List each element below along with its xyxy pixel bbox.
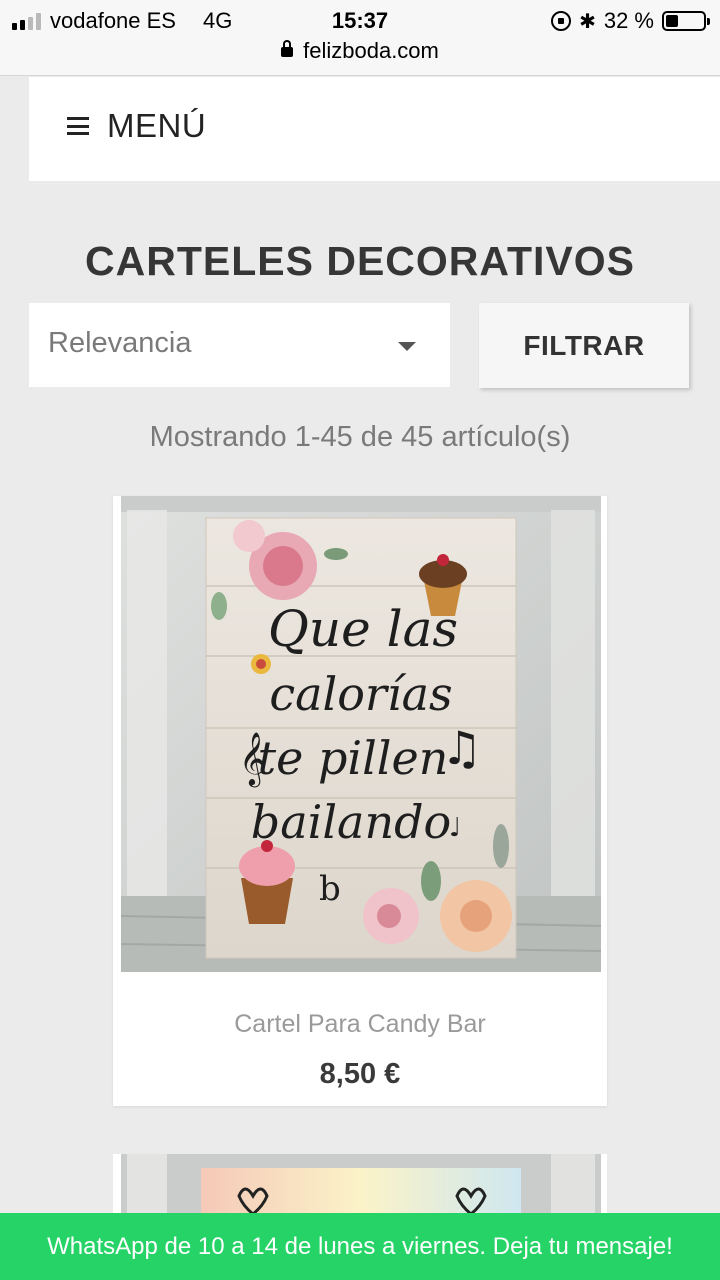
sign-text-line: Que las bbox=[268, 600, 458, 658]
product-price: 8,50 € bbox=[319, 1058, 401, 1090]
results-count: Mostrando 1-45 de 45 artículo(s) bbox=[149, 421, 571, 453]
music-notes-icon: ♫ bbox=[441, 721, 482, 775]
product-name[interactable]: Cartel Para Candy Bar bbox=[0, 1010, 720, 1039]
battery-icon bbox=[662, 11, 710, 31]
sign-text-line: calorías bbox=[269, 667, 452, 721]
status-bar: vodafone ES 4G 15:37 ✱ 32 % felizboda.co… bbox=[0, 0, 720, 76]
bluetooth-icon: ✱ bbox=[579, 9, 596, 33]
page-title: CARTELES DECORATIVOS bbox=[85, 238, 635, 284]
hamburger-icon bbox=[67, 117, 89, 135]
rotation-lock-icon bbox=[551, 11, 572, 31]
battery-percentage: 32 % bbox=[603, 8, 654, 33]
sign-text-line: te pillen bbox=[258, 731, 449, 785]
music-note-icon: ♩ bbox=[449, 813, 461, 843]
filter-button[interactable]: FILTRAR bbox=[479, 303, 689, 388]
sort-dropdown[interactable]: Relevancia bbox=[29, 303, 450, 387]
product-image[interactable]: Que las calorías te pillen bailando 𝄞 ♫ … bbox=[121, 496, 601, 972]
address-bar[interactable]: felizboda.com bbox=[0, 38, 720, 64]
sort-selected-value: Relevancia bbox=[48, 327, 192, 359]
whatsapp-banner[interactable]: WhatsApp de 10 a 14 de lunes a viernes. … bbox=[0, 1213, 720, 1280]
flat-sign-icon: b bbox=[319, 869, 341, 909]
site-header: MENÚ bbox=[29, 77, 720, 181]
menu-button[interactable]: MENÚ bbox=[67, 107, 206, 145]
url-text: felizboda.com bbox=[303, 38, 439, 63]
padlock-icon bbox=[281, 40, 294, 57]
menu-label: MENÚ bbox=[107, 107, 207, 144]
treble-clef-icon: 𝄞 bbox=[239, 731, 266, 787]
sign-text-line: bailando bbox=[251, 795, 452, 849]
caret-down-icon bbox=[398, 342, 416, 351]
